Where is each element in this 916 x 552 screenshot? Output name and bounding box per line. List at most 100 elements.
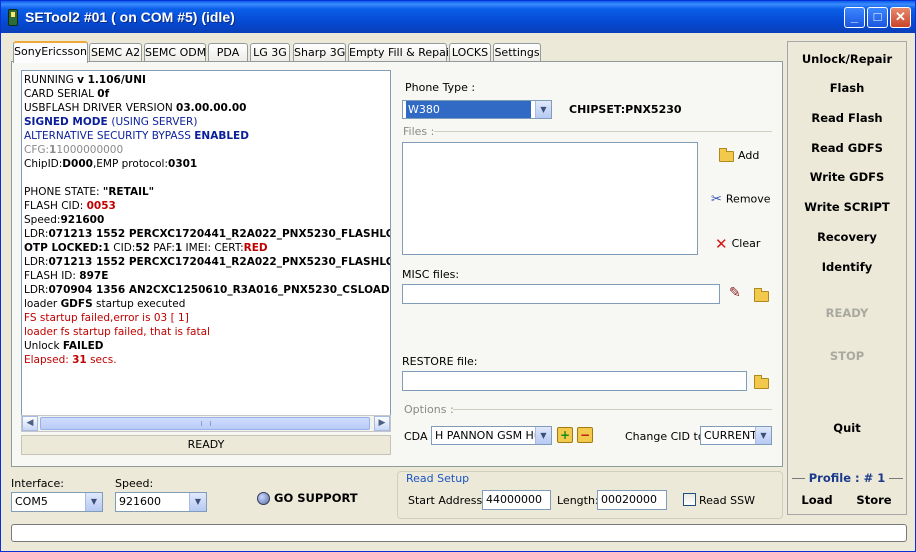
restore-browse-button[interactable]	[754, 374, 773, 389]
log-segment: (USING SERVER)	[111, 116, 198, 128]
log-line: Speed:921600	[24, 213, 390, 227]
phone-type-select[interactable]: W380 ▼	[402, 100, 552, 119]
log-line: ALTERNATIVE SECURITY BYPASS ENABLED	[24, 129, 390, 143]
scroll-left-arrow-icon[interactable]: ◀	[22, 416, 38, 431]
chevron-down-icon[interactable]: ▼	[85, 493, 102, 511]
log-segment: loader	[24, 298, 61, 310]
store-profile-button[interactable]: Store	[844, 493, 904, 507]
remove-cda-icon[interactable]: −	[577, 427, 593, 443]
log-line: CFG:11000000000	[24, 143, 390, 157]
log-segment: 071213 1552 PERCXC1720441_R2A022_PNX5230…	[48, 256, 390, 268]
log-segment: SIGNED MODE	[24, 116, 112, 128]
log-status: READY	[21, 435, 391, 455]
log-output[interactable]: RUNNING v 1.106/UNI CARD SERIAL 0f USBFLAS…	[21, 70, 391, 432]
scroll-thumb[interactable]	[40, 417, 370, 430]
tab-settings[interactable]: Settings	[493, 43, 541, 62]
read-setup-title: Read Setup	[403, 472, 473, 485]
pencil-icon[interactable]: ✎	[729, 285, 747, 301]
interface-select[interactable]: COM5 ▼	[11, 492, 103, 512]
tab-locks[interactable]: LOCKS	[449, 43, 491, 62]
length-input[interactable]: 00020000	[597, 490, 667, 510]
tab-sonyericsson[interactable]: SonyEricsson	[13, 41, 88, 63]
chevron-down-icon[interactable]: ▼	[755, 427, 771, 444]
start-address-input[interactable]: 44000000	[482, 490, 551, 510]
log-segment: Elapsed:	[24, 354, 73, 366]
log-segment: Speed:	[24, 214, 61, 226]
log-segment: PAF:	[149, 242, 175, 254]
close-button[interactable]: ✕	[890, 7, 911, 28]
log-segment: ChipID:	[24, 158, 63, 170]
read-ssw-label: Read SSW	[699, 494, 755, 507]
load-profile-button[interactable]: Load	[787, 493, 847, 507]
log-segment: v 1.106/UNI	[77, 74, 146, 86]
stop-button[interactable]: STOP	[787, 349, 907, 363]
read-gdfs-button[interactable]: Read GDFS	[787, 141, 907, 155]
scroll-right-arrow-icon[interactable]: ▶	[374, 416, 390, 431]
ready-button[interactable]: READY	[787, 306, 907, 320]
files-label: Files :	[403, 125, 435, 138]
quit-button[interactable]: Quit	[787, 421, 907, 435]
misc-browse-button[interactable]	[754, 287, 773, 302]
log-lines: RUNNING v 1.106/UNI CARD SERIAL 0f USBFLAS…	[24, 73, 390, 367]
tab-sharp-3g[interactable]: Sharp 3G	[293, 43, 346, 62]
identify-button[interactable]: Identify	[787, 260, 907, 274]
clear-files-button[interactable]: ✕ Clear	[715, 235, 760, 253]
read-flash-button[interactable]: Read Flash	[787, 111, 907, 125]
go-support-button[interactable]: GO SUPPORT	[257, 491, 358, 505]
log-segment: ENABLED	[194, 130, 249, 142]
log-horizontal-scrollbar[interactable]: ◀ ▶	[21, 415, 391, 432]
chevron-down-icon[interactable]: ▼	[535, 101, 551, 118]
recovery-button[interactable]: Recovery	[787, 230, 907, 244]
write-gdfs-button[interactable]: Write GDFS	[787, 170, 907, 184]
log-segment: startup executed	[92, 298, 186, 310]
log-line: Unlock FAILED	[24, 339, 390, 353]
tab-empty-fill-repair[interactable]: Empty Fill & Repair	[348, 43, 453, 62]
log-segment: FLASH CID:	[24, 200, 87, 212]
misc-files-input[interactable]	[402, 284, 720, 304]
log-segment: USBFLASH DRIVER VERSION	[24, 102, 177, 114]
add-cda-icon[interactable]: +	[557, 427, 573, 443]
log-segment: FS startup failed,error is 03 [ 1]	[24, 312, 189, 324]
log-line: FS startup failed,error is 03 [ 1]	[24, 311, 390, 325]
log-segment: ALTERNATIVE SECURITY BYPASS	[24, 130, 195, 142]
log-line: RUNNING v 1.106/UNI	[24, 73, 390, 87]
log-segment: 897E	[79, 270, 109, 282]
log-segment: FAILED	[62, 340, 104, 352]
cda-label: CDA	[404, 430, 428, 443]
title-bar[interactable]: SETool2 #01 ( on COM #5) (idle) _ □ ✕	[1, 1, 915, 33]
chevron-down-icon[interactable]: ▼	[535, 427, 551, 444]
minimize-button[interactable]: _	[844, 7, 865, 28]
chevron-down-icon[interactable]: ▼	[189, 493, 206, 511]
log-line: ChipID:D000,EMP protocol:0301	[24, 157, 390, 171]
cda-select[interactable]: H PANNON GSM Hun ▼	[431, 426, 552, 445]
folder-icon	[754, 374, 769, 389]
remove-file-button[interactable]: ✂ Remove	[711, 192, 771, 207]
maximize-button[interactable]: □	[867, 7, 888, 28]
speed-value: 921600	[119, 495, 161, 508]
write-script-button[interactable]: Write SCRIPT	[787, 200, 907, 214]
add-file-button[interactable]: Add	[719, 147, 759, 162]
unlock-repair-button[interactable]: Unlock/Repair	[787, 52, 907, 66]
restore-file-input[interactable]	[402, 371, 747, 391]
change-cid-select[interactable]: CURRENT ▼	[700, 426, 772, 445]
log-segment: CFG:	[24, 144, 50, 156]
tab-lg-3g[interactable]: LG 3G	[250, 43, 290, 62]
log-segment: FLASH ID:	[24, 270, 80, 282]
log-line: SIGNED MODE (USING SERVER)	[24, 115, 390, 129]
flash-button[interactable]: Flash	[787, 81, 907, 95]
tab-semc-a2[interactable]: SEMC A2	[89, 43, 142, 62]
go-support-label: GO SUPPORT	[274, 491, 358, 505]
log-segment: 0053	[86, 200, 116, 212]
log-segment: 31	[72, 354, 87, 366]
speed-select[interactable]: 921600 ▼	[115, 492, 207, 512]
tab-semc-odm[interactable]: SEMC ODM	[144, 43, 206, 62]
log-line: Elapsed: 31 secs.	[24, 353, 390, 367]
read-ssw-checkbox[interactable]	[683, 493, 696, 506]
log-segment: ,EMP protocol:	[92, 158, 169, 170]
log-line: FLASH ID: 897E	[24, 269, 390, 283]
scissors-icon: ✂	[711, 192, 722, 207]
files-list[interactable]	[402, 142, 698, 255]
tab-pda[interactable]: PDA	[208, 43, 248, 62]
log-line: OTP LOCKED:1 CID:52 PAF:1 IMEI: CERT:RED	[24, 241, 390, 255]
